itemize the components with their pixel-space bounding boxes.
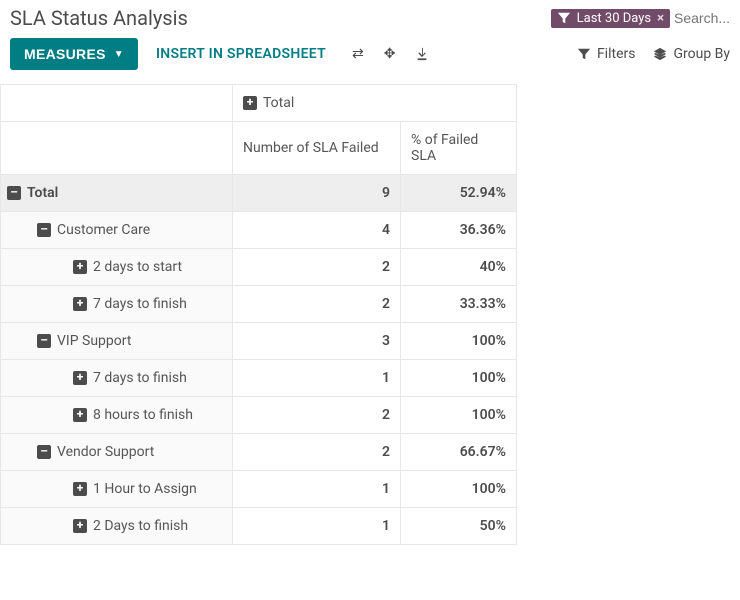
pivot-cell: 66.67% xyxy=(401,434,517,471)
filter-chip-last30days[interactable]: Last 30 Days × xyxy=(551,9,670,28)
pivot-row-label: Vendor Support xyxy=(57,444,154,460)
flip-axis-icon[interactable]: ⇄ xyxy=(352,46,364,62)
plus-icon[interactable]: + xyxy=(73,482,87,496)
table-row: +2 Days to finish150% xyxy=(1,508,517,545)
pivot-row-header[interactable]: +1 Hour to Assign xyxy=(1,471,233,508)
minus-icon[interactable]: – xyxy=(7,186,21,200)
pivot-row-header[interactable]: +7 days to finish xyxy=(1,286,233,323)
pivot-col-header-a[interactable]: Number of SLA Failed xyxy=(233,122,401,175)
search-area: Last 30 Days × xyxy=(551,9,730,28)
pivot-row-header[interactable]: –VIP Support xyxy=(1,323,233,360)
pivot-row-label: 7 days to finish xyxy=(93,296,187,312)
measures-button[interactable]: MEASURES ▼ xyxy=(10,38,138,70)
pivot-total-b: 52.94% xyxy=(401,175,517,212)
pivot-cell: 2 xyxy=(233,249,401,286)
funnel-icon xyxy=(557,11,571,25)
pivot-cell: 33.33% xyxy=(401,286,517,323)
pivot-cell: 2 xyxy=(233,286,401,323)
minus-icon[interactable]: – xyxy=(37,223,51,237)
pivot-cell: 36.36% xyxy=(401,212,517,249)
table-row: +2 days to start240% xyxy=(1,249,517,286)
plus-icon[interactable]: + xyxy=(73,260,87,274)
pivot-cell: 100% xyxy=(401,397,517,434)
table-row: +1 Hour to Assign1100% xyxy=(1,471,517,508)
filter-chip-label: Last 30 Days xyxy=(577,11,651,26)
pivot-row-label: 7 days to finish xyxy=(93,370,187,386)
pivot-total-row: –Total 9 52.94% xyxy=(1,175,517,212)
plus-icon[interactable]: + xyxy=(73,408,87,422)
pivot-cell: 4 xyxy=(233,212,401,249)
filters-label: Filters xyxy=(597,46,636,62)
pivot-cell: 1 xyxy=(233,508,401,545)
pivot-row-label: Customer Care xyxy=(57,222,150,238)
pivot-row-header[interactable]: –Customer Care xyxy=(1,212,233,249)
pivot-row-label: VIP Support xyxy=(57,333,131,349)
table-row: –Vendor Support266.67% xyxy=(1,434,517,471)
pivot-cell: 100% xyxy=(401,360,517,397)
minus-icon[interactable]: – xyxy=(37,334,51,348)
pivot-total-row-header[interactable]: –Total xyxy=(1,175,233,212)
pivot-row-label: 1 Hour to Assign xyxy=(93,481,197,497)
pivot-row-header[interactable]: +2 days to start xyxy=(1,249,233,286)
layers-icon xyxy=(653,47,667,61)
groupby-button[interactable]: Group By xyxy=(653,46,730,62)
expand-icon[interactable]: ✥ xyxy=(384,46,396,62)
groupby-label: Group By xyxy=(673,46,730,62)
pivot-cell: 1 xyxy=(233,471,401,508)
pivot-cell: 40% xyxy=(401,249,517,286)
pivot-cell: 100% xyxy=(401,471,517,508)
pivot-col-total-header[interactable]: + Total xyxy=(233,85,517,122)
filters-button[interactable]: Filters xyxy=(577,46,636,62)
table-row: –Customer Care436.36% xyxy=(1,212,517,249)
pivot-table: + Total Number of SLA Failed % of Failed … xyxy=(0,84,517,545)
pivot-cell: 2 xyxy=(233,434,401,471)
pivot-cell: 1 xyxy=(233,360,401,397)
pivot-row-label: 2 days to start xyxy=(93,259,182,275)
plus-icon[interactable]: + xyxy=(73,297,87,311)
pivot-row-header[interactable]: +7 days to finish xyxy=(1,360,233,397)
pivot-col-total-label: Total xyxy=(263,95,294,111)
plus-icon[interactable]: + xyxy=(73,371,87,385)
pivot-row-label: 2 Days to finish xyxy=(93,518,188,534)
minus-icon[interactable]: – xyxy=(37,445,51,459)
table-row: +7 days to finish233.33% xyxy=(1,286,517,323)
table-row: +8 hours to finish2100% xyxy=(1,397,517,434)
filter-chip-remove[interactable]: × xyxy=(657,11,664,26)
funnel-icon xyxy=(577,47,591,61)
insert-spreadsheet-link[interactable]: INSERT IN SPREADSHEET xyxy=(156,46,326,62)
download-icon[interactable] xyxy=(415,46,429,62)
pivot-cell: 100% xyxy=(401,323,517,360)
pivot-total-row-label: Total xyxy=(27,185,58,201)
pivot-col-header-b[interactable]: % of Failed SLA xyxy=(401,122,517,175)
measures-label: MEASURES xyxy=(24,46,106,62)
pivot-blank-header xyxy=(1,122,233,175)
pivot-cell: 3 xyxy=(233,323,401,360)
pivot-cell: 50% xyxy=(401,508,517,545)
pivot-row-header[interactable]: +2 Days to finish xyxy=(1,508,233,545)
page-title: SLA Status Analysis xyxy=(10,6,188,30)
pivot-total-a: 9 xyxy=(233,175,401,212)
plus-icon[interactable]: + xyxy=(73,519,87,533)
table-row: +7 days to finish1100% xyxy=(1,360,517,397)
pivot-cell: 2 xyxy=(233,397,401,434)
caret-down-icon: ▼ xyxy=(114,49,124,60)
plus-icon[interactable]: + xyxy=(243,96,257,110)
table-row: –VIP Support3100% xyxy=(1,323,517,360)
pivot-row-header[interactable]: –Vendor Support xyxy=(1,434,233,471)
pivot-corner-cell xyxy=(1,85,233,122)
pivot-row-label: 8 hours to finish xyxy=(93,407,193,423)
pivot-row-header[interactable]: +8 hours to finish xyxy=(1,397,233,434)
search-input[interactable] xyxy=(674,10,730,26)
